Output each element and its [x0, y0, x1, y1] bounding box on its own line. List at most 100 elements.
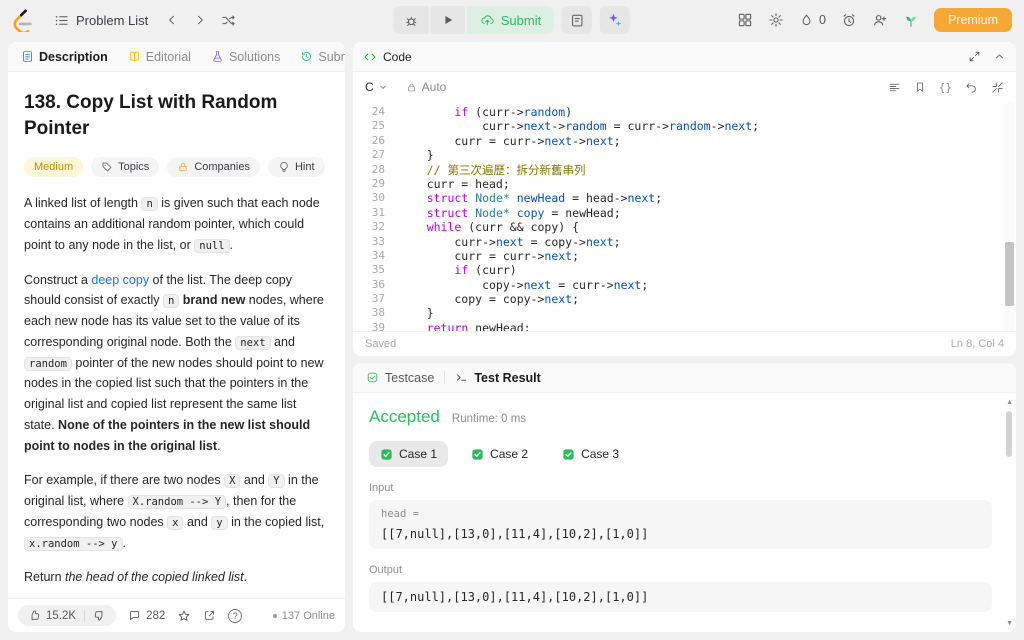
tab-description[interactable]: Description	[18, 50, 111, 64]
comments-button[interactable]: 282	[128, 609, 165, 622]
companies-badge[interactable]: Companies	[167, 157, 260, 178]
code-icon	[363, 50, 377, 64]
run-button-group: Submit	[393, 6, 555, 34]
problem-content: 138. Copy List with Random Pointer Mediu…	[8, 72, 345, 598]
expand-icon[interactable]	[968, 50, 981, 63]
tab-testcase[interactable]: Testcase	[363, 371, 437, 385]
tab-solutions[interactable]: Solutions	[208, 50, 283, 64]
paragraph: Construct a deep copy of the list. The d…	[24, 272, 324, 453]
topics-badge[interactable]: Topics	[91, 157, 160, 178]
case-3-chip[interactable]: Case 3	[551, 441, 630, 467]
gear-icon[interactable]	[768, 12, 784, 28]
checkbox-icon	[366, 371, 379, 384]
format-code-icon[interactable]	[888, 81, 901, 94]
tab-editorial[interactable]: Editorial	[125, 50, 194, 64]
code-panel-title: Code	[383, 49, 412, 64]
case-passed-icon	[471, 448, 484, 461]
invite-user-icon[interactable]	[872, 12, 888, 28]
comment-icon	[128, 609, 141, 622]
undo-icon[interactable]	[965, 81, 978, 94]
layout-grid-icon[interactable]	[737, 12, 753, 28]
online-count: 137 Online	[281, 609, 335, 622]
collapse-icon[interactable]	[991, 81, 1004, 94]
case-1-chip[interactable]: Case 1	[369, 441, 449, 467]
premium-button[interactable]: Premium	[933, 8, 1012, 32]
problem-description-panel: Description Editorial Solutions Submissi…	[8, 42, 345, 632]
shuffle-icon	[221, 13, 236, 28]
run-button[interactable]	[430, 6, 465, 34]
daily-streak-counter[interactable]: 0	[799, 13, 826, 28]
bookmark-icon[interactable]	[914, 81, 926, 93]
list-icon	[54, 13, 69, 28]
like-button[interactable]: 15.2K	[28, 609, 76, 622]
code-editor-panel: Code C Auto {} 24 if (curr->random) 25 c…	[353, 42, 1016, 356]
prev-problem-button[interactable]	[160, 8, 184, 32]
thumbs-down-icon[interactable]	[93, 609, 106, 622]
input-label: Input	[369, 482, 394, 494]
vote-pill: 15.2K	[18, 605, 117, 626]
debug-button[interactable]	[393, 6, 429, 34]
language-label: C	[365, 80, 374, 94]
like-count: 15.2K	[46, 609, 77, 622]
output-label: Output	[369, 564, 403, 576]
code-editor[interactable]: 24 if (curr->random) 25 curr->next->rando…	[353, 102, 1016, 331]
language-selector[interactable]: C	[365, 80, 388, 94]
online-dot-icon	[272, 613, 277, 618]
result-content: Accepted Runtime: 0 ms Case 1 Case 2 Cas…	[353, 393, 1016, 632]
description-tab-bar: Description Editorial Solutions Submissi…	[8, 42, 345, 72]
problem-statement: A linked list of length n is given such …	[24, 193, 329, 598]
difficulty-badge[interactable]: Medium	[24, 157, 84, 178]
flame-icon	[799, 13, 814, 28]
divider	[444, 371, 446, 384]
chevron-up-icon[interactable]	[993, 50, 1006, 63]
random-problem-button[interactable]	[216, 8, 240, 32]
debug-bug-icon	[404, 13, 419, 28]
help-icon[interactable]: ?	[228, 608, 243, 623]
case-2-chip[interactable]: Case 2	[460, 441, 539, 467]
editor-scrollbar-thumb[interactable]	[1005, 242, 1014, 306]
result-scrollbar-thumb[interactable]	[1006, 411, 1012, 457]
badge-row: Medium Topics Companies Hint	[24, 157, 329, 178]
problem-list-label: Problem List	[76, 12, 149, 28]
input-box[interactable]: head = [[7,null],[13,0],[11,4],[10,2],[1…	[369, 500, 992, 549]
chevron-down-icon	[378, 82, 388, 92]
scroll-up-arrow-icon[interactable]: ▲	[1006, 399, 1013, 406]
input-variable-name: head =	[381, 508, 419, 520]
chevron-left-icon	[165, 13, 179, 27]
next-problem-button[interactable]	[188, 8, 212, 32]
editor-toolbar-actions: {}	[888, 81, 1004, 94]
hint-badge[interactable]: Hint	[267, 157, 325, 178]
editor-toolbar: C Auto {}	[353, 72, 1016, 102]
scroll-down-arrow-icon[interactable]: ▼	[1006, 620, 1013, 627]
output-box[interactable]: [[7,null],[13,0],[11,4],[10,2],[1,0]]	[369, 582, 992, 612]
case-passed-icon	[380, 448, 393, 461]
status-accepted: Accepted	[369, 407, 440, 426]
leetcode-logo-icon[interactable]	[12, 9, 32, 32]
chevron-right-icon	[193, 13, 207, 27]
divider	[84, 609, 86, 622]
play-icon	[441, 13, 455, 27]
tag-icon	[101, 161, 113, 173]
plant-streak-icon[interactable]	[903, 12, 919, 28]
code-panel-header: Code	[353, 42, 1016, 72]
editor-statusbar: Saved Ln 8, Col 4	[353, 331, 1016, 356]
output-value: [[7,null],[13,0],[11,4],[10,2],[1,0]]	[381, 590, 649, 604]
paragraph: A linked list of length n is given such …	[24, 196, 320, 253]
submit-button[interactable]: Submit	[466, 6, 555, 34]
case-row: Case 1 Case 2 Case 3	[369, 441, 992, 467]
problem-title: 138. Copy List with Random Pointer	[24, 92, 278, 140]
paragraph: For example, if there are two nodes X an…	[24, 473, 325, 551]
problem-list-button[interactable]: Problem List	[46, 9, 156, 32]
star-icon[interactable]	[177, 609, 191, 623]
ai-assistant-button[interactable]	[600, 6, 631, 34]
notes-button[interactable]	[562, 6, 593, 34]
tab-test-result[interactable]: Test Result	[452, 371, 543, 385]
tab-submissions[interactable]: Submissions	[297, 50, 345, 64]
auto-toggle[interactable]: Auto	[406, 80, 446, 94]
paragraph: Return the head of the copied linked lis…	[24, 570, 248, 585]
code-header-actions	[968, 50, 1006, 63]
share-icon[interactable]	[203, 609, 216, 622]
braces-icon[interactable]: {}	[939, 81, 952, 94]
timer-icon[interactable]	[841, 12, 857, 28]
code-lines: 24 if (curr->random) 25 curr->next->rando…	[371, 105, 760, 331]
